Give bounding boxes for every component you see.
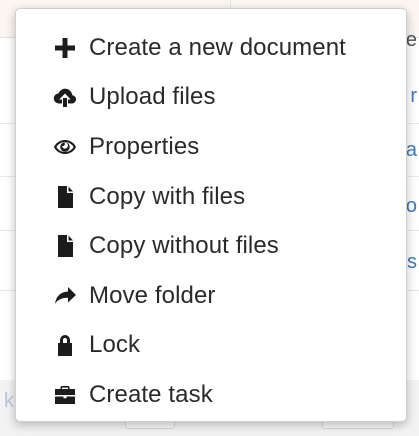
menu-item-label: Create a new document <box>89 33 346 61</box>
file-icon <box>52 233 78 259</box>
menu-item-label: Upload files <box>89 83 216 111</box>
menu-item-label: Copy with files <box>89 182 246 210</box>
context-menu: Create a new document Upload files Prope… <box>15 8 407 422</box>
background-link-fragment[interactable]: a <box>406 140 417 160</box>
menu-item-copy-without-files[interactable]: Copy without files <box>16 221 406 271</box>
menu-item-label: Properties <box>89 132 200 160</box>
menu-item-lock[interactable]: Lock <box>16 321 406 371</box>
menu-item-upload-files[interactable]: Upload files <box>16 73 406 123</box>
menu-item-label: Move folder <box>89 281 216 309</box>
menu-item-properties[interactable]: Properties <box>16 122 406 172</box>
menu-item-label: Create task <box>89 380 213 408</box>
file-icon <box>52 184 78 210</box>
menu-item-create-task[interactable]: Create task <box>16 370 406 420</box>
menu-item-move-folder[interactable]: Move folder <box>16 271 406 321</box>
cloud-upload-icon <box>52 84 78 110</box>
background-link-fragment[interactable]: o <box>406 196 417 216</box>
background-text-fragment: k <box>4 390 14 412</box>
share-arrow-icon <box>52 283 78 309</box>
menu-item-label: Lock <box>89 331 141 359</box>
menu-item-label: Copy without files <box>89 232 279 260</box>
lock-icon <box>52 332 78 358</box>
background-link-fragment[interactable]: s <box>407 252 417 272</box>
eye-icon <box>52 134 78 160</box>
menu-item-create-document[interactable]: Create a new document <box>16 23 406 73</box>
background-link-fragment[interactable]: r <box>410 86 417 106</box>
menu-item-copy-with-files[interactable]: Copy with files <box>16 172 406 222</box>
background-text-fragment: e <box>405 29 417 51</box>
briefcase-icon <box>52 382 78 408</box>
plus-icon <box>52 35 78 61</box>
